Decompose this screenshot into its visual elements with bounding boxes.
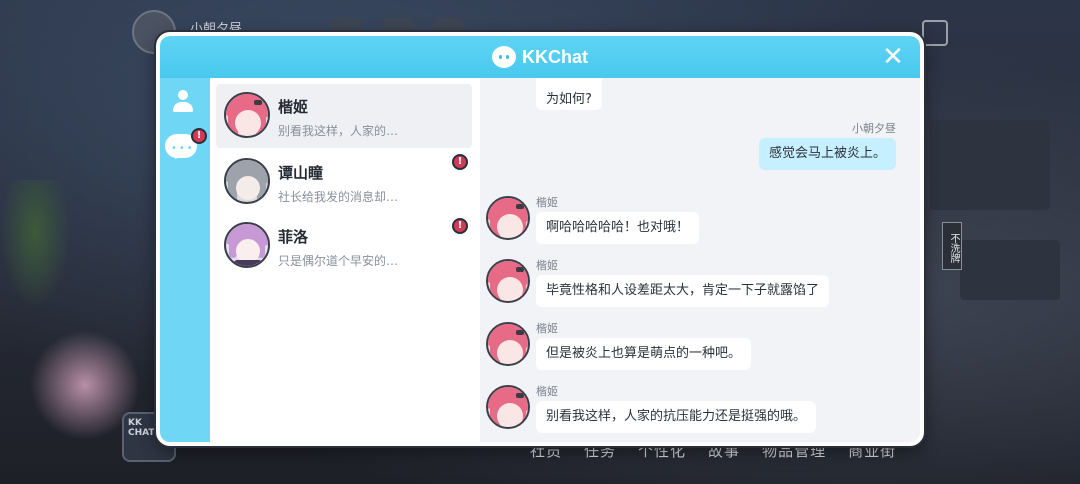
background-shelf (960, 240, 1060, 300)
message-pane[interactable]: 为如何? 小朝夕昼 感觉会马上被炎上。 楷姬 啊哈哈哈哈哈！也对哦！ 楷姬 毕竟… (480, 78, 920, 442)
message-sender: 楷姬 (536, 322, 558, 335)
avatar (486, 322, 530, 366)
conversation-item-kaiji[interactable]: 楷姬 别看我这样，人家的… (216, 84, 472, 148)
message-bubble: 为如何? (536, 78, 602, 110)
unread-alert-icon: ! (452, 218, 468, 234)
contacts-icon[interactable] (170, 88, 202, 118)
title-bar: KKChat ✕ (160, 36, 920, 78)
message-bubble: 啊哈哈哈哈哈！也对哦！ (536, 212, 700, 244)
conversation-list: 楷姬 别看我这样，人家的… 谭山瞳 社长给我发的消息却… ! 菲洛 只是偶尔道个… (210, 78, 480, 442)
message-sender: 楷姬 (536, 385, 558, 398)
conversation-name: 菲洛 (278, 228, 309, 246)
chat-dots: ••• (171, 143, 195, 154)
avatar (486, 196, 530, 240)
kkchat-logo-icon (492, 46, 516, 68)
conversation-preview: 社长给我发的消息却… (278, 190, 399, 204)
message-bubble: 但是被炎上也算是萌点的一种吧。 (536, 338, 752, 370)
avatar (224, 222, 270, 268)
message-sender: 楷姬 (536, 196, 558, 209)
message-bubble: 毕竟性格和人设差距太大，肯定一下子就露馅了 (536, 275, 830, 307)
conversation-item-tanshantong[interactable]: 谭山瞳 社长给我发的消息却… ! (216, 150, 472, 214)
kkchat-window: KKChat ✕ ••• ! 楷姬 别看我这样，人家的… 谭山瞳 社长给我发的消… (156, 32, 924, 446)
background-board (930, 120, 1050, 210)
chat-bubble-icon[interactable]: ••• ! (165, 128, 207, 166)
message-sender: 小朝夕昼 (852, 122, 896, 135)
conversation-preview: 只是偶尔道个早安的… (278, 254, 399, 268)
sidebar: ••• ! (160, 78, 210, 442)
contacts-head-shape (178, 90, 188, 100)
conversation-preview: 别看我这样，人家的… (278, 124, 399, 138)
unread-alert-icon: ! (452, 154, 468, 170)
contacts-body-shape (173, 102, 193, 112)
avatar (486, 259, 530, 303)
no-shuffle-tag[interactable]: 不洗牌 (942, 222, 962, 270)
window-title: KKChat (522, 46, 588, 67)
avatar (224, 92, 270, 138)
conversation-name: 楷姬 (278, 98, 309, 116)
window-switch-icon[interactable] (922, 20, 948, 46)
avatar (224, 158, 270, 204)
conversation-item-feiluo[interactable]: 菲洛 只是偶尔道个早安的… ! (216, 214, 472, 278)
background-plant (0, 180, 70, 310)
message-text: 为如何? (546, 92, 592, 107)
conversation-name: 谭山瞳 (278, 164, 324, 182)
message-bubble: 感觉会马上被炎上。 (758, 138, 896, 170)
close-button[interactable]: ✕ (880, 44, 906, 70)
message-bubble: 别看我这样，人家的抗压能力还是挺强的哦。 (536, 401, 817, 433)
message-sender: 楷姬 (536, 259, 558, 272)
chat-alert-icon: ! (191, 128, 207, 144)
avatar (486, 385, 530, 429)
